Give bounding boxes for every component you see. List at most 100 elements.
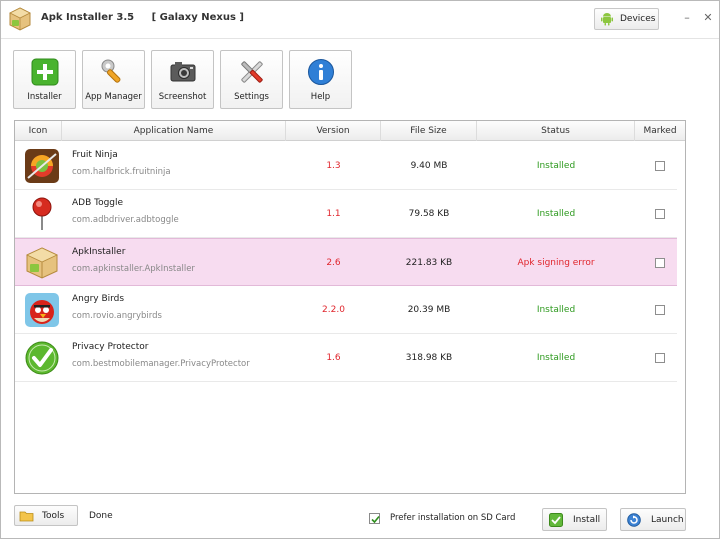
marked-cell xyxy=(635,142,685,189)
camera-icon xyxy=(170,62,195,82)
device-name: [ Galaxy Nexus ] xyxy=(151,12,244,23)
app-name: Fruit Ninja xyxy=(72,150,118,160)
package-name: com.halfbrick.fruitninja xyxy=(72,167,171,177)
marked-checkbox[interactable] xyxy=(655,160,665,171)
sd-card-label: Prefer installation on SD Card xyxy=(390,513,516,523)
marked-cell xyxy=(635,334,685,381)
status-cell: Installed xyxy=(536,304,576,315)
screenshot-label: Screenshot xyxy=(158,92,207,102)
size-cell: 221.83 KB xyxy=(405,257,453,268)
name-cell: Angry Birds com.rovio.angrybirds xyxy=(72,294,162,321)
icon-cell xyxy=(15,239,69,286)
package-name: com.rovio.angrybirds xyxy=(72,311,162,321)
folder-icon xyxy=(19,511,34,521)
table-header: Icon Application Name Version File Size … xyxy=(15,121,685,141)
name-cell: ApkInstaller com.apkinstaller.ApkInstall… xyxy=(72,247,195,274)
column-header-marked[interactable]: Marked xyxy=(635,121,685,141)
launch-button[interactable]: Launch xyxy=(620,508,686,531)
size-cell: 79.58 KB xyxy=(408,208,450,219)
size-cell: 318.98 KB xyxy=(405,352,453,363)
android-icon xyxy=(601,13,613,26)
size-cell: 9.40 MB xyxy=(410,160,448,171)
version-cell: 1.1 xyxy=(326,208,341,219)
table-row-selected[interactable]: ApkInstaller com.apkinstaller.ApkInstall… xyxy=(15,238,677,286)
install-icon xyxy=(549,512,563,527)
column-header-status[interactable]: Status xyxy=(477,121,635,141)
icon-cell xyxy=(15,142,69,189)
close-button[interactable]: ✕ xyxy=(701,11,715,24)
icon-cell xyxy=(15,334,69,381)
devices-label: Devices xyxy=(620,14,656,24)
application-table: Icon Application Name Version File Size … xyxy=(14,120,686,494)
version-cell: 1.6 xyxy=(326,352,341,363)
status-text: Done xyxy=(89,511,113,521)
app-name: Apk Installer 3.5 xyxy=(41,12,135,23)
name-cell: Fruit Ninja com.halfbrick.fruitninja xyxy=(72,150,171,177)
icon-cell xyxy=(15,190,69,237)
install-button[interactable]: Install xyxy=(542,508,607,531)
checkmark-icon xyxy=(25,341,59,374)
status-cell: Installed xyxy=(536,208,576,219)
tools-label: Tools xyxy=(42,510,65,521)
tools-button[interactable]: Tools xyxy=(14,505,78,526)
minimize-button[interactable]: – xyxy=(680,11,694,24)
column-header-version[interactable]: Version xyxy=(286,121,381,141)
table-row[interactable]: Fruit Ninja com.halfbrick.fruitninja 1.3… xyxy=(15,142,677,190)
pin-icon xyxy=(32,197,52,230)
table-row[interactable]: Privacy Protector com.bestmobilemanager.… xyxy=(15,334,677,382)
marked-checkbox[interactable] xyxy=(655,257,665,268)
installer-label: Installer xyxy=(27,92,62,102)
apk-box-icon xyxy=(26,246,58,279)
icon-cell xyxy=(15,286,69,333)
package-name: com.apkinstaller.ApkInstaller xyxy=(72,264,195,274)
launch-label: Launch xyxy=(651,514,684,525)
name-cell: Privacy Protector com.bestmobilemanager.… xyxy=(72,342,250,369)
help-label: Help xyxy=(310,92,331,102)
app-manager-button[interactable]: App Manager xyxy=(82,50,145,109)
help-button[interactable]: Help xyxy=(289,50,352,109)
marked-cell xyxy=(635,190,685,237)
column-header-icon[interactable]: Icon xyxy=(15,121,62,141)
sd-card-checkbox[interactable] xyxy=(369,513,380,524)
screenshot-button[interactable]: Screenshot xyxy=(151,50,214,109)
app-name: ApkInstaller xyxy=(72,247,126,257)
devices-button[interactable]: Devices xyxy=(594,8,659,30)
fruit-ninja-icon xyxy=(25,148,59,183)
marked-checkbox[interactable] xyxy=(655,208,665,219)
marked-checkbox[interactable] xyxy=(655,352,665,363)
settings-label: Settings xyxy=(234,92,269,102)
status-cell: Installed xyxy=(536,160,576,171)
window-title: Apk Installer 3.5 [ Galaxy Nexus ] xyxy=(41,12,258,23)
installer-icon xyxy=(31,58,58,86)
app-name: Angry Birds xyxy=(72,294,125,304)
marked-checkbox[interactable] xyxy=(655,304,665,315)
version-cell: 2.6 xyxy=(326,257,341,268)
title-bar: Apk Installer 3.5 [ Galaxy Nexus ] Devic… xyxy=(1,1,719,39)
table-row[interactable]: Angry Birds com.rovio.angrybirds 2.2.0 2… xyxy=(15,286,677,334)
app-name: Privacy Protector xyxy=(72,342,149,352)
settings-button[interactable]: Settings xyxy=(220,50,283,109)
package-name: com.bestmobilemanager.PrivacyProtector xyxy=(72,359,250,369)
settings-icon xyxy=(240,61,263,83)
marked-cell xyxy=(635,286,685,333)
check-icon xyxy=(371,515,380,524)
column-header-name[interactable]: Application Name xyxy=(62,121,286,141)
status-cell: Apk signing error xyxy=(517,257,595,268)
apk-installer-logo-icon xyxy=(9,7,31,31)
table-row[interactable]: ADB Toggle com.adbdriver.adbtoggle 1.1 7… xyxy=(15,190,677,238)
version-cell: 2.2.0 xyxy=(322,304,345,315)
marked-cell xyxy=(635,239,685,286)
angry-birds-icon xyxy=(25,292,59,327)
status-cell: Installed xyxy=(536,352,576,363)
launch-icon xyxy=(627,512,641,527)
installer-button[interactable]: Installer xyxy=(13,50,76,109)
install-label: Install xyxy=(573,514,601,525)
name-cell: ADB Toggle com.adbdriver.adbtoggle xyxy=(72,198,179,225)
version-cell: 1.3 xyxy=(326,160,341,171)
app-window: Apk Installer 3.5 [ Galaxy Nexus ] Devic… xyxy=(0,0,720,539)
app-manager-icon xyxy=(101,59,120,83)
column-header-size[interactable]: File Size xyxy=(381,121,477,141)
size-cell: 20.39 MB xyxy=(407,304,451,315)
app-manager-label: App Manager xyxy=(85,92,142,102)
app-name: ADB Toggle xyxy=(72,198,124,208)
